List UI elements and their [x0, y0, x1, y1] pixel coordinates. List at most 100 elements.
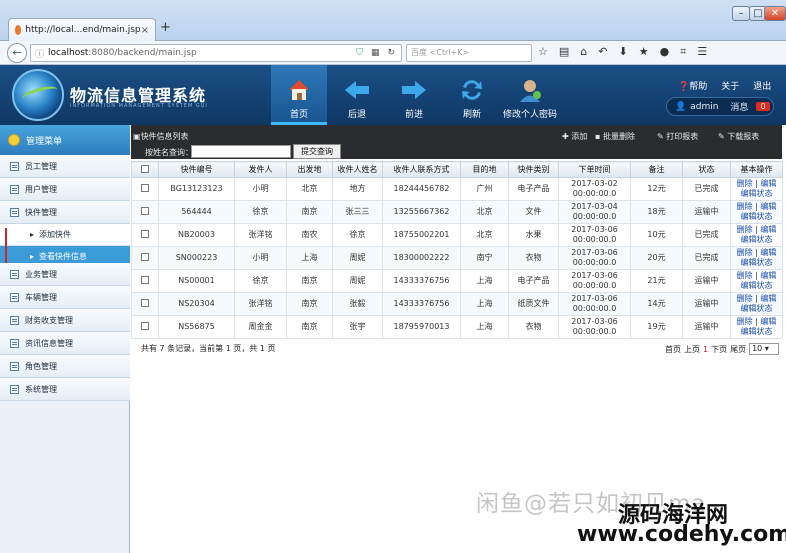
- add-button[interactable]: ✚ 添加: [562, 131, 587, 142]
- help-link[interactable]: ❓帮助: [678, 79, 707, 92]
- nav-home[interactable]: 首页: [271, 65, 327, 125]
- screenshot-icon[interactable]: ⌗: [680, 45, 686, 59]
- receiver-cell: 周妮: [332, 269, 383, 293]
- download-icon[interactable]: ⬇: [618, 45, 627, 59]
- sidebar-item-finance[interactable]: 财务收支管理: [0, 309, 130, 332]
- back-button[interactable]: ←: [7, 43, 27, 63]
- sidebar-item-system[interactable]: 系统管理: [0, 378, 130, 401]
- batch-delete-button[interactable]: ▪ 批量删除: [595, 131, 635, 142]
- delete-link[interactable]: 删除: [737, 202, 753, 211]
- chat-icon[interactable]: ●: [660, 45, 670, 59]
- last-page-link[interactable]: 尾页: [730, 344, 746, 355]
- close-window-button[interactable]: ✕: [764, 6, 786, 21]
- minimize-button[interactable]: –: [732, 6, 750, 21]
- sidebar-item-vehicle[interactable]: 车辆管理: [0, 286, 130, 309]
- undo-icon[interactable]: ↶: [598, 45, 607, 59]
- row-checkbox[interactable]: [141, 298, 149, 307]
- edit-status-link[interactable]: 编辑状态: [741, 189, 773, 198]
- table-row: NB20003 张洋铭 南农 徐京 18755002201 北京 水果 2017-03-06 0…: [131, 223, 783, 247]
- row-checkbox-cell[interactable]: [131, 200, 159, 224]
- row-checkbox[interactable]: [141, 252, 149, 261]
- header-checkbox-cell[interactable]: [131, 161, 159, 178]
- row-checkbox-cell[interactable]: [131, 315, 159, 339]
- reload-icon[interactable]: ↻: [387, 48, 395, 58]
- edit-status-link[interactable]: 编辑状态: [741, 281, 773, 290]
- nav-change-password[interactable]: 修改个人密码: [498, 65, 562, 125]
- delete-link[interactable]: 删除: [737, 248, 753, 257]
- delete-link[interactable]: 删除: [737, 179, 753, 188]
- nav-forward[interactable]: 前进: [386, 65, 442, 125]
- origin-cell: 南京: [286, 269, 333, 293]
- edit-link[interactable]: 编辑: [760, 179, 776, 188]
- print-report-button[interactable]: ✎ 打印报表: [657, 131, 698, 142]
- sidebar-item-role[interactable]: 角色管理: [0, 355, 130, 378]
- edit-status-link[interactable]: 编辑状态: [741, 212, 773, 221]
- name-search-input[interactable]: [191, 145, 291, 158]
- delete-link[interactable]: 删除: [737, 294, 753, 303]
- url-bar[interactable]: ⓘ localhost :8080/backend/main.jsp ⛉ ▦ ↻: [30, 44, 402, 62]
- edit-status-link[interactable]: 编辑状态: [741, 304, 773, 313]
- row-checkbox[interactable]: [141, 183, 149, 192]
- row-checkbox-cell[interactable]: [131, 269, 159, 293]
- order-time: 00:00:00.0: [572, 189, 617, 198]
- edit-link[interactable]: 编辑: [760, 317, 776, 326]
- edit-status-link[interactable]: 编辑状态: [741, 327, 773, 336]
- home-page-icon[interactable]: ⌂: [580, 45, 587, 59]
- edit-link[interactable]: 编辑: [760, 202, 776, 211]
- status-cell: 已完成: [682, 177, 731, 201]
- submit-search-button[interactable]: 提交查询: [293, 144, 341, 159]
- next-page-link[interactable]: 下页: [711, 344, 727, 355]
- shield-icon[interactable]: ⛉: [356, 48, 363, 58]
- user-box: 👤 admin 消息 0: [666, 97, 774, 116]
- bookmark-star-icon[interactable]: ☆: [538, 45, 548, 59]
- page-size-select[interactable]: 10 ▾: [749, 343, 780, 355]
- edit-status-link[interactable]: 编辑状态: [741, 258, 773, 267]
- delete-link[interactable]: 删除: [737, 317, 753, 326]
- delete-link[interactable]: 删除: [737, 225, 753, 234]
- about-link[interactable]: 关于: [721, 79, 739, 92]
- edit-link[interactable]: 编辑: [760, 271, 776, 280]
- sidebar-item-news[interactable]: 资讯信息管理: [0, 332, 130, 355]
- nav-back[interactable]: 后退: [329, 65, 385, 125]
- browser-tab[interactable]: http://local...end/main.jsp ×: [8, 18, 156, 41]
- sender-cell: 张洋铭: [234, 223, 287, 247]
- search-bar[interactable]: 百度 <Ctrl+K>: [406, 44, 532, 62]
- logout-link[interactable]: 退出: [753, 79, 771, 92]
- sidebar-item-business[interactable]: 业务管理: [0, 263, 130, 286]
- messages-label[interactable]: 消息: [730, 100, 748, 113]
- column-header: 收件人姓名: [332, 161, 383, 178]
- sidebar-item-employee[interactable]: 员工管理: [0, 155, 130, 178]
- row-checkbox-cell[interactable]: [131, 246, 159, 270]
- row-checkbox[interactable]: [141, 229, 149, 238]
- reader-icon[interactable]: ▦: [371, 48, 380, 58]
- download-report-button[interactable]: ✎ 下载报表: [718, 131, 759, 142]
- new-tab-button[interactable]: +: [160, 20, 171, 35]
- menu-icon[interactable]: ☰: [697, 45, 707, 59]
- table-row: NS00001 徐京 南京 周妮 14333376756 上海 电子产品 2017-03-06…: [131, 269, 783, 293]
- bookmarks-icon[interactable]: ▤: [559, 45, 569, 59]
- addon-icon[interactable]: ★: [639, 45, 649, 59]
- sidebar-subitem-add-express[interactable]: 添加快件: [0, 224, 130, 246]
- edit-link[interactable]: 编辑: [760, 225, 776, 234]
- edit-link[interactable]: 编辑: [760, 248, 776, 257]
- express-id-cell: NB20003: [158, 223, 235, 247]
- message-count-badge[interactable]: 0: [756, 102, 770, 111]
- edit-link[interactable]: 编辑: [760, 294, 776, 303]
- delete-link[interactable]: 删除: [737, 271, 753, 280]
- row-checkbox-cell[interactable]: [131, 223, 159, 247]
- current-page[interactable]: 1: [703, 345, 708, 354]
- row-checkbox-cell[interactable]: [131, 292, 159, 316]
- row-checkbox[interactable]: [141, 321, 149, 330]
- row-checkbox-cell[interactable]: [131, 177, 159, 201]
- prev-page-link[interactable]: 上页: [684, 344, 700, 355]
- row-checkbox[interactable]: [141, 206, 149, 215]
- row-checkbox[interactable]: [141, 275, 149, 284]
- sidebar-item-user[interactable]: 用户管理: [0, 178, 130, 201]
- status-cell: 运输中: [682, 200, 731, 224]
- nav-refresh[interactable]: 刷新: [444, 65, 500, 125]
- select-all-checkbox[interactable]: [141, 164, 149, 173]
- sidebar-item-express[interactable]: 快件管理: [0, 201, 130, 224]
- edit-status-link[interactable]: 编辑状态: [741, 235, 773, 244]
- first-page-link[interactable]: 首页: [665, 344, 681, 355]
- close-tab-icon[interactable]: ×: [141, 25, 149, 36]
